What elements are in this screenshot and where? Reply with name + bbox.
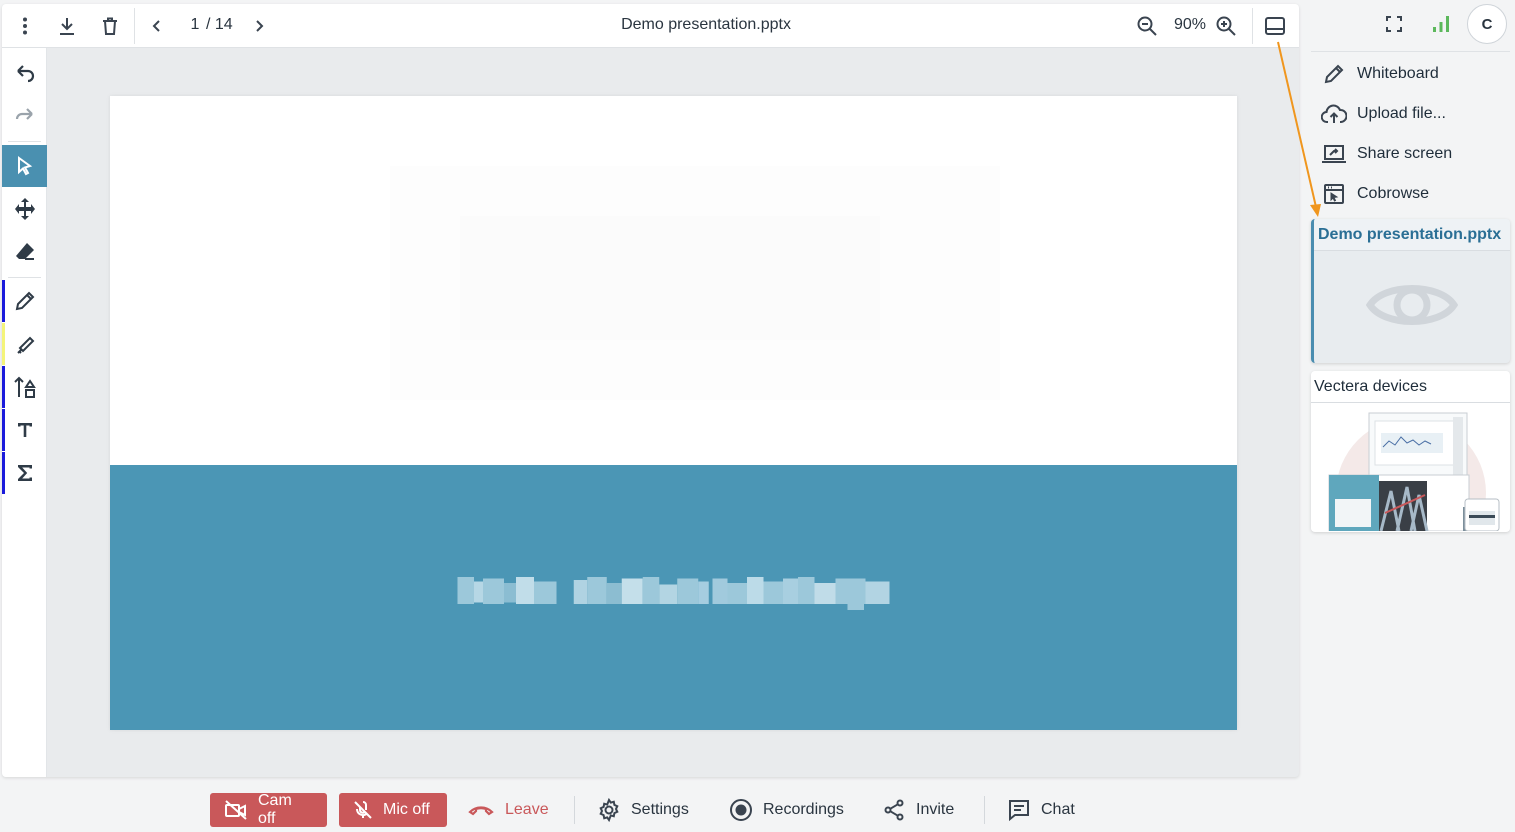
more-vertical-icon[interactable]: [9, 10, 41, 42]
page-current-input[interactable]: 1: [188, 16, 202, 34]
leave-button[interactable]: Leave: [467, 793, 549, 827]
fullscreen-icon[interactable]: [1378, 8, 1410, 40]
record-icon: [729, 798, 753, 822]
chevron-right-icon[interactable]: [243, 10, 275, 42]
invite-label: Invite: [916, 801, 955, 818]
document-card-title: Demo presentation.pptx: [1314, 219, 1510, 251]
recordings-button[interactable]: Recordings: [729, 793, 844, 827]
signal-bars-icon[interactable]: [1425, 8, 1457, 40]
cobrowse-button[interactable]: Cobrowse: [1312, 176, 1510, 212]
page-total: / 14: [206, 16, 233, 33]
zoom-out-icon[interactable]: [1131, 10, 1163, 42]
share-screen-label: Share screen: [1357, 145, 1453, 162]
download-icon[interactable]: [51, 10, 83, 42]
whiteboard-button[interactable]: Whiteboard: [1312, 56, 1510, 92]
mic-off-button[interactable]: Mic off: [339, 793, 447, 827]
document-toolbar: 1 / 14 Demo presentation.pptx 90%: [2, 4, 1299, 48]
document-card-demo-presentation[interactable]: Demo presentation.pptx: [1311, 219, 1510, 363]
share-screen-icon: [1321, 141, 1347, 167]
upload-file-label: Upload file...: [1357, 105, 1446, 122]
pencil-icon[interactable]: [2, 280, 47, 322]
annotation-toolbar: [2, 48, 47, 777]
cam-off-button[interactable]: Cam off: [210, 792, 327, 827]
zoom-in-icon[interactable]: [1210, 10, 1242, 42]
slide-title-band: [110, 465, 1237, 730]
cobrowse-icon: [1321, 181, 1347, 207]
highlighter-icon[interactable]: [2, 323, 47, 365]
chevron-left-icon[interactable]: [141, 10, 173, 42]
cobrowse-label: Cobrowse: [1357, 185, 1430, 202]
mic-off-label: Mic off: [383, 801, 430, 818]
document-title: Demo presentation.pptx: [621, 16, 791, 33]
sigma-icon[interactable]: [2, 452, 47, 494]
settings-button[interactable]: Settings: [597, 793, 689, 827]
avatar[interactable]: C: [1467, 4, 1507, 44]
document-viewer: 1 / 14 Demo presentation.pptx 90%: [2, 4, 1299, 777]
zoom-level: 90%: [1173, 16, 1207, 33]
cam-off-label: Cam off: [258, 792, 292, 827]
presentation-slide[interactable]: [110, 96, 1237, 730]
shapes-icon[interactable]: [2, 366, 47, 408]
document-card-title: Vectera devices: [1311, 371, 1510, 403]
recordings-label: Recordings: [763, 801, 844, 818]
trash-icon[interactable]: [94, 10, 126, 42]
eraser-icon[interactable]: [2, 231, 47, 273]
eye-icon: [1366, 285, 1458, 325]
chat-icon: [1007, 798, 1031, 822]
chat-button[interactable]: Chat: [1007, 793, 1075, 827]
chat-label: Chat: [1041, 801, 1075, 818]
upload-file-button[interactable]: Upload file...: [1312, 96, 1510, 132]
share-icon: [882, 798, 906, 822]
leave-label: Leave: [505, 801, 549, 818]
panel-bottom-icon[interactable]: [1259, 10, 1291, 42]
share-screen-button[interactable]: Share screen: [1312, 136, 1510, 172]
document-card-vectera-devices[interactable]: Vectera devices: [1311, 371, 1510, 532]
camera-off-icon: [224, 800, 248, 820]
vectera-devices-thumbnail: [1311, 403, 1510, 531]
gear-icon: [597, 798, 621, 822]
pencil-icon: [1321, 61, 1347, 87]
redo-icon[interactable]: [2, 95, 47, 137]
invite-button[interactable]: Invite: [882, 793, 954, 827]
blurred-slide-text: [457, 577, 890, 610]
text-icon[interactable]: [2, 409, 47, 451]
settings-label: Settings: [631, 801, 689, 818]
cloud-upload-icon: [1321, 101, 1347, 127]
page-indicator: 1 / 14: [188, 16, 233, 34]
undo-icon[interactable]: [2, 52, 47, 94]
whiteboard-label: Whiteboard: [1357, 65, 1439, 82]
phone-hangup-icon: [467, 800, 495, 820]
mic-off-icon: [353, 800, 373, 820]
move-icon[interactable]: [2, 188, 47, 230]
pointer-icon[interactable]: [2, 145, 47, 187]
